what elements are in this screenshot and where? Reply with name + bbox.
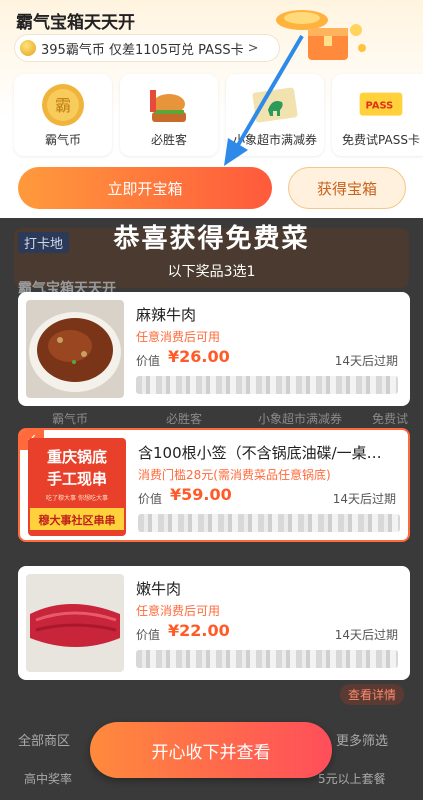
coupon-icon <box>252 87 298 123</box>
treasure-chest-icon <box>276 10 366 60</box>
reward-card-pass[interactable]: PASS 免费试PASS卡 <box>332 74 423 156</box>
prize-card[interactable]: 麻辣牛肉 任意消费后可用 价值 ¥26.00 14天后过期 <box>18 292 410 406</box>
blurred-shop-info <box>136 376 398 394</box>
svg-text:PASS: PASS <box>366 100 394 111</box>
panel-title: 霸气宝箱天天开 <box>16 13 135 33</box>
accept-and-view-button[interactable]: 开心收下并查看 <box>90 722 332 778</box>
see-more-link: 查看详情 <box>340 684 405 705</box>
background-row-label: 必胜客 <box>166 412 203 426</box>
reward-card-coin[interactable]: 霸 霸气币 <box>14 74 112 156</box>
hotpot-poster-image: 重庆锅底 手工现串 吃了穆大事 你想吃大事 穆大事社区串串 <box>28 438 126 536</box>
price-label: 价值 <box>136 354 161 368</box>
prize-price: ¥59.00 <box>170 485 232 504</box>
prize-condition: 任意消费后可用 <box>136 330 221 344</box>
tender-beef-image <box>26 574 124 672</box>
reward-card-pizzahut[interactable]: 必胜客 <box>120 74 218 156</box>
filter-more: 更多筛选 <box>336 734 389 749</box>
blurred-shop-info <box>138 514 400 532</box>
prize-price: ¥22.00 <box>168 621 230 640</box>
svg-text:穆大事社区串串: 穆大事社区串串 <box>39 513 116 527</box>
modal-subtitle: 以下奖品3选1 <box>167 264 256 280</box>
svg-text:手工现串: 手工现串 <box>47 470 107 488</box>
reward-card-coupon[interactable]: 小象超市满减券 <box>226 74 324 156</box>
get-chest-button[interactable]: 获得宝箱 <box>288 167 406 209</box>
coin-icon <box>20 40 36 56</box>
reward-label: 必胜客 <box>150 133 187 147</box>
svg-text:重庆锅底: 重庆锅底 <box>47 448 107 466</box>
reward-options: 霸 霸气币 必胜客 小象超市满减券 PASS 免费试PASS卡 <box>14 74 423 156</box>
filter-high-win: 高中奖率 <box>24 772 73 786</box>
prize-price: ¥26.00 <box>168 347 230 366</box>
prize-card[interactable]: 嫩牛肉 任意消费后可用 价值 ¥22.00 14天后过期 <box>18 566 410 680</box>
beef-dish-image <box>26 300 124 398</box>
prize-name: 嫩牛肉 <box>136 580 182 598</box>
prize-expiry: 14天后过期 <box>332 492 396 506</box>
background-row-label: 小象超市满减券 <box>258 412 343 426</box>
filter-area: 全部商区 <box>18 734 71 749</box>
price-label: 价值 <box>138 492 163 506</box>
prize-name: 含100根小签（不含锅底油碟/一桌… <box>138 444 382 462</box>
prize-card-selected[interactable]: ✓ 重庆锅底 手工现串 吃了穆大事 你想吃大事 穆大事社区串串 含100根小签（… <box>18 428 410 542</box>
prize-condition: 消费门槛28元(需消费菜品任意锅底) <box>138 468 331 482</box>
pass-card-icon: PASS <box>359 92 403 116</box>
chevron-right-icon: > <box>247 40 259 56</box>
prize-condition: 任意消费后可用 <box>136 604 221 618</box>
filter-set-meal: 5元以上套餐 <box>318 772 386 786</box>
modal-title: 恭喜获得免费菜 <box>113 224 310 254</box>
reward-label: 霸气币 <box>44 133 81 147</box>
coin-icon: 霸 <box>42 84 84 126</box>
background-row-label: 霸气币 <box>52 412 89 426</box>
svg-text:霸: 霸 <box>55 96 71 115</box>
treasure-panel: 霸气宝箱天天开 395霸气币 仅差1105可兑 PASS卡 > 霸 霸气币 必胜… <box>0 0 423 218</box>
blurred-shop-info <box>136 650 398 668</box>
coin-balance-bar[interactable]: 395霸气币 仅差1105可兑 PASS卡 > <box>14 34 280 62</box>
prize-expiry: 14天后过期 <box>334 628 398 642</box>
prize-name: 麻辣牛肉 <box>136 306 197 324</box>
svg-text:吃了穆大事 你想吃大事: 吃了穆大事 你想吃大事 <box>46 494 108 502</box>
price-label: 价值 <box>136 628 161 642</box>
burger-icon <box>150 90 186 122</box>
prize-expiry: 14天后过期 <box>334 354 398 368</box>
reward-label: 小象超市满减券 <box>232 133 317 147</box>
open-chest-button[interactable]: 立即开宝箱 <box>18 167 272 209</box>
coin-balance-text: 395霸气币 仅差1105可兑 PASS卡 <box>41 42 244 58</box>
reward-label: 免费试PASS卡 <box>342 133 420 147</box>
